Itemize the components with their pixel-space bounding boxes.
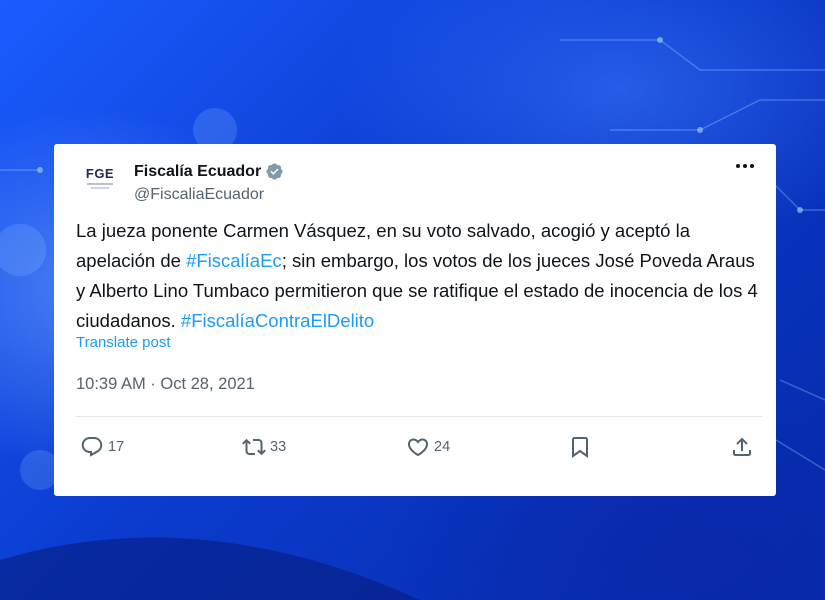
hashtag-link[interactable]: #FiscalíaEc bbox=[186, 250, 282, 271]
share-icon bbox=[733, 437, 751, 456]
avatar-logo-line bbox=[87, 183, 113, 185]
avatar-logo-text: FGE bbox=[85, 166, 115, 181]
more-options-icon[interactable] bbox=[734, 158, 756, 174]
reply-button[interactable]: 17 bbox=[80, 432, 124, 462]
more-dot bbox=[736, 164, 740, 168]
share-button[interactable] bbox=[730, 432, 754, 462]
tweet-card: FGE Fiscalía Ecuador @FiscaliaEcuador La… bbox=[54, 144, 776, 496]
reply-count: 17 bbox=[108, 439, 125, 455]
name-row: Fiscalía Ecuador bbox=[134, 162, 284, 181]
bookmark-icon bbox=[572, 437, 588, 458]
hashtag-link[interactable]: #FiscalíaContraElDelito bbox=[181, 310, 374, 331]
tweet-header: FGE Fiscalía Ecuador @FiscaliaEcuador bbox=[80, 156, 756, 204]
tweet-timestamp[interactable]: 10:39 AM · Oct 28, 2021 bbox=[76, 375, 255, 394]
repost-button[interactable]: 33 bbox=[242, 432, 286, 462]
like-icon bbox=[407, 438, 429, 457]
user-handle[interactable]: @FiscaliaEcuador bbox=[134, 186, 264, 204]
verified-badge-icon[interactable] bbox=[265, 162, 284, 181]
more-dot bbox=[750, 164, 754, 168]
divider bbox=[76, 416, 762, 417]
translate-post-link[interactable]: Translate post bbox=[76, 334, 171, 351]
tweet-body: La jueza ponente Carmen Vásquez, en su v… bbox=[76, 216, 766, 336]
like-count: 24 bbox=[434, 439, 451, 455]
avatar-logo-line-small bbox=[91, 187, 109, 189]
like-button[interactable]: 24 bbox=[406, 432, 450, 462]
repost-icon bbox=[242, 438, 266, 456]
more-dot bbox=[743, 164, 747, 168]
display-name[interactable]: Fiscalía Ecuador bbox=[134, 163, 261, 181]
tweet-actions: 17 33 24 bbox=[80, 432, 756, 462]
avatar[interactable]: FGE bbox=[80, 158, 120, 198]
reply-icon bbox=[81, 437, 103, 457]
repost-count: 33 bbox=[270, 439, 287, 455]
bookmark-button[interactable] bbox=[568, 432, 592, 462]
